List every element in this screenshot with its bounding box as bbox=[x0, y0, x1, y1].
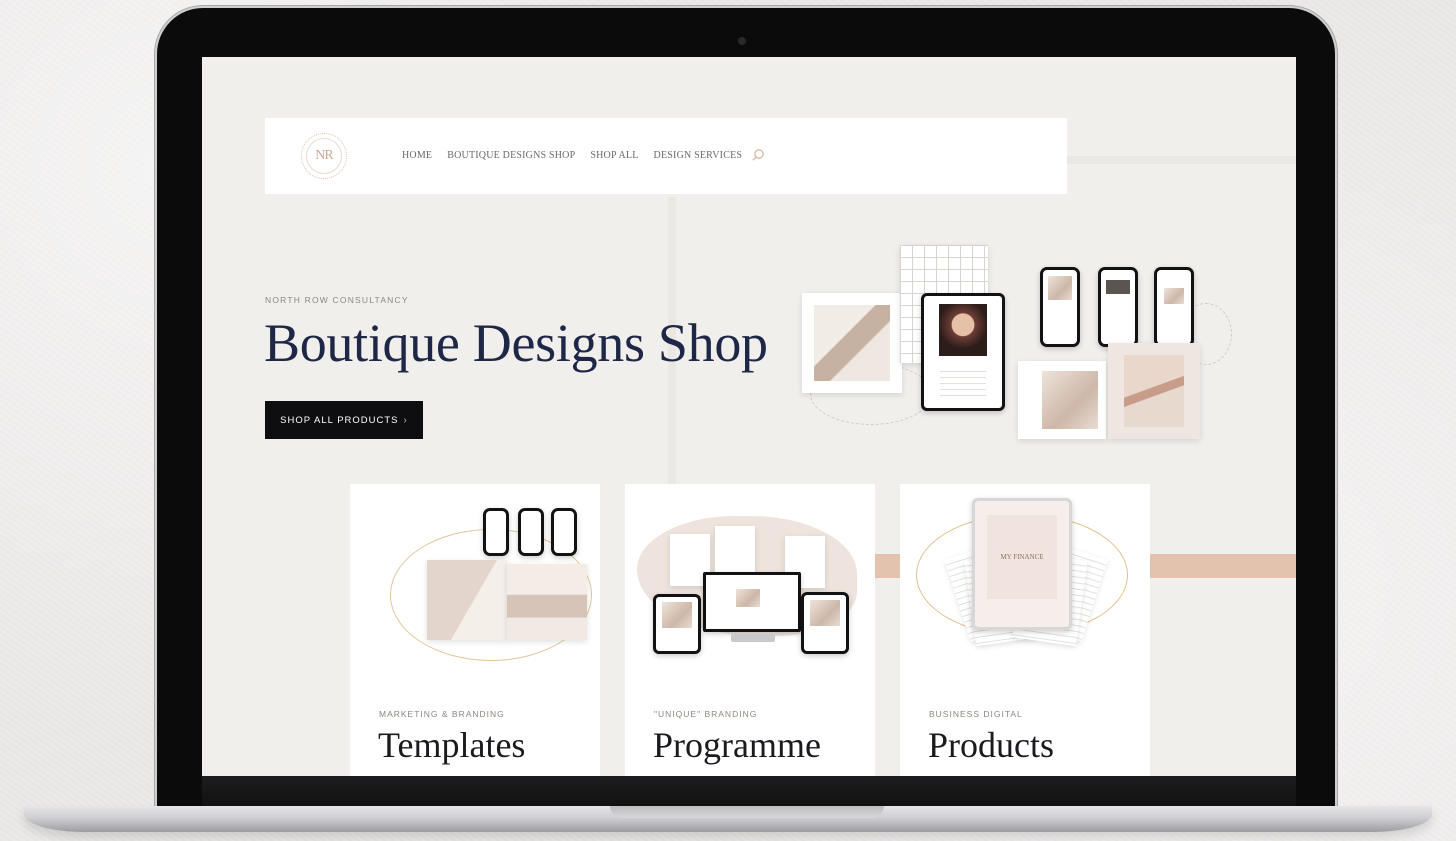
search-icon[interactable] bbox=[751, 148, 765, 162]
shop-all-products-button[interactable]: SHOP ALL PRODUCTS › bbox=[265, 401, 423, 439]
laptop-notch bbox=[610, 806, 884, 818]
hero-eyebrow: NORTH ROW CONSULTANCY bbox=[265, 295, 409, 305]
programme-mockup bbox=[625, 484, 875, 684]
logo-monogram: NR bbox=[306, 138, 342, 174]
mockup-photo bbox=[1048, 276, 1072, 300]
card-title: Products bbox=[928, 725, 1054, 765]
nav-link-design-services[interactable]: DESIGN SERVICES bbox=[654, 150, 743, 161]
card-category: MARKETING & BRANDING bbox=[379, 709, 505, 719]
mockup-monitor bbox=[703, 572, 801, 632]
card-title: Programme bbox=[653, 725, 821, 765]
mockup-phone bbox=[1098, 267, 1138, 347]
templates-mockup bbox=[350, 484, 600, 684]
mockup-phone bbox=[483, 508, 509, 556]
page-title: Boutique Designs Shop bbox=[264, 313, 768, 373]
category-card-templates[interactable]: MARKETING & BRANDING Templates bbox=[350, 484, 600, 776]
mockup-photo bbox=[1042, 371, 1098, 429]
mockup-phone bbox=[551, 508, 577, 556]
header-nav: NR HOME BOUTIQUE DESIGNS SHOP SHOP ALL D… bbox=[265, 118, 1067, 194]
mockup-phone bbox=[1040, 267, 1080, 347]
mockup-photo bbox=[814, 305, 890, 381]
browser-screen: NR HOME BOUTIQUE DESIGNS SHOP SHOP ALL D… bbox=[202, 57, 1296, 776]
hero-product-collage bbox=[800, 243, 1236, 443]
nav-link-home[interactable]: HOME bbox=[402, 150, 432, 161]
mockup-photo bbox=[939, 304, 987, 356]
nav-link-shop-all[interactable]: SHOP ALL bbox=[590, 150, 638, 161]
laptop-chin bbox=[202, 776, 1296, 808]
mockup-tablet: MY FINANCE bbox=[972, 498, 1072, 630]
mockup-tablet bbox=[921, 293, 1005, 411]
site-logo[interactable]: NR bbox=[301, 133, 347, 179]
mockup-phone bbox=[1154, 267, 1194, 347]
mockup-page bbox=[715, 526, 755, 578]
mockup-cover-inner: MY FINANCE bbox=[987, 515, 1057, 599]
mockup-book-right bbox=[507, 564, 587, 640]
mockup-card bbox=[1108, 343, 1200, 439]
mockup-photo bbox=[810, 600, 840, 626]
mockup-card bbox=[1018, 361, 1106, 439]
nav-menu: HOME BOUTIQUE DESIGNS SHOP SHOP ALL DESI… bbox=[402, 148, 765, 162]
mockup-photo bbox=[1106, 280, 1130, 294]
card-category: BUSINESS DIGITAL bbox=[929, 709, 1023, 719]
category-card-programme[interactable]: "UNIQUE" BRANDING Programme bbox=[625, 484, 875, 776]
background-line bbox=[1066, 156, 1296, 164]
mockup-monitor-stand bbox=[731, 634, 775, 642]
mockup-photo bbox=[1164, 288, 1184, 304]
mockup-photo bbox=[736, 589, 760, 607]
card-title: Templates bbox=[378, 725, 526, 765]
category-card-products[interactable]: MY FINANCE BUSINESS DIGITAL Products bbox=[900, 484, 1150, 776]
card-category: "UNIQUE" BRANDING bbox=[654, 709, 758, 719]
mockup-card bbox=[802, 293, 902, 393]
mockup-tablet bbox=[653, 594, 701, 654]
chevron-right-icon: › bbox=[403, 414, 408, 426]
mockup-photo bbox=[662, 602, 692, 628]
mockup-phone bbox=[518, 508, 544, 556]
mockup-photo bbox=[1124, 355, 1184, 427]
mockup-cover-title: MY FINANCE bbox=[1000, 553, 1044, 561]
mockup-tablet bbox=[801, 592, 849, 654]
nav-link-boutique-designs-shop[interactable]: BOUTIQUE DESIGNS SHOP bbox=[447, 150, 575, 161]
shop-all-products-label: SHOP ALL PRODUCTS bbox=[280, 414, 399, 426]
mockup-text-lines bbox=[940, 366, 986, 396]
products-mockup: MY FINANCE bbox=[900, 484, 1150, 684]
mockup-book-left bbox=[427, 560, 507, 640]
camera-dot bbox=[738, 37, 746, 45]
